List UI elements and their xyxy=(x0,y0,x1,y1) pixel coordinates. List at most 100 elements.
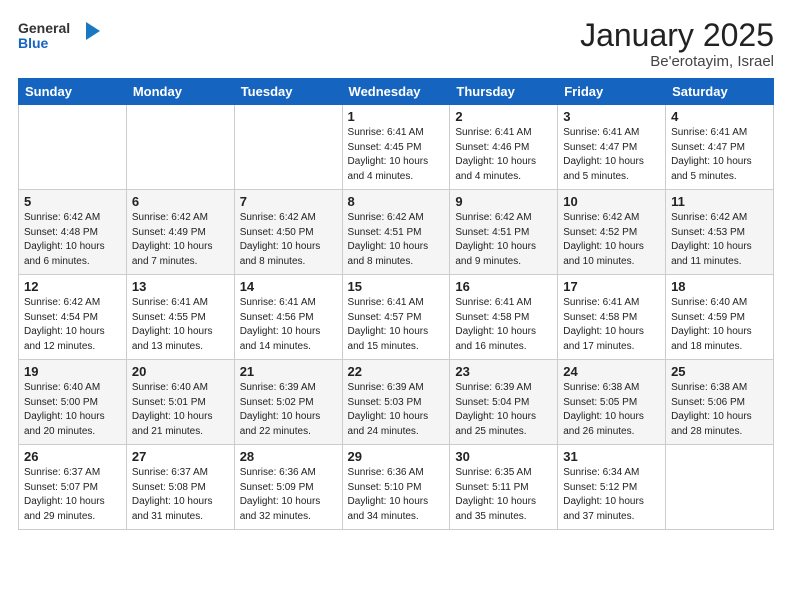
calendar-cell: 24 Sunrise: 6:38 AM Sunset: 5:05 PM Dayli… xyxy=(558,360,666,445)
day-info: Sunrise: 6:42 AM Sunset: 4:52 PM Dayligh… xyxy=(563,211,660,269)
day-number: 11 xyxy=(671,194,768,209)
calendar-cell: 9 Sunrise: 6:42 AM Sunset: 4:51 PM Daylig… xyxy=(450,190,558,275)
calendar-cell xyxy=(19,105,127,190)
calendar-cell: 6 Sunrise: 6:42 AM Sunset: 4:49 PM Daylig… xyxy=(126,190,234,275)
day-info: Sunrise: 6:37 AM Sunset: 5:08 PM Dayligh… xyxy=(132,466,229,524)
day-number: 7 xyxy=(240,194,337,209)
calendar-cell: 19Sunrise: 6:40 AM Sunset: 5:00 PM Dayli… xyxy=(19,360,127,445)
calendar-cell: 28 Sunrise: 6:36 AM Sunset: 5:09 PM Dayli… xyxy=(234,445,342,530)
calendar-cell: 4 Sunrise: 6:41 AM Sunset: 4:47 PM Daylig… xyxy=(666,105,774,190)
location: Be'erotayim, Israel xyxy=(580,53,774,70)
day-number: 14 xyxy=(240,279,337,294)
day-number: 28 xyxy=(240,449,337,464)
day-number: 12 xyxy=(24,279,121,294)
calendar-cell: 2 Sunrise: 6:41 AM Sunset: 4:46 PM Daylig… xyxy=(450,105,558,190)
calendar-cell: 26 Sunrise: 6:37 AM Sunset: 5:07 PM Dayli… xyxy=(19,445,127,530)
day-number: 2 xyxy=(455,109,552,124)
calendar-cell: 1 Sunrise: 6:41 AM Sunset: 4:45 PM Daylig… xyxy=(342,105,450,190)
calendar-cell: 3 Sunrise: 6:41 AM Sunset: 4:47 PM Daylig… xyxy=(558,105,666,190)
calendar-cell: 22 Sunrise: 6:39 AM Sunset: 5:03 PM Dayli… xyxy=(342,360,450,445)
calendar-cell: 27 Sunrise: 6:37 AM Sunset: 5:08 PM Dayli… xyxy=(126,445,234,530)
day-info: Sunrise: 6:40 AM Sunset: 4:59 PM Dayligh… xyxy=(671,296,768,354)
day-info: Sunrise: 6:42 AM Sunset: 4:50 PM Dayligh… xyxy=(240,211,337,269)
day-info: Sunrise: 6:38 AM Sunset: 5:05 PM Dayligh… xyxy=(563,381,660,439)
title-block: January 2025 Be'erotayim, Israel xyxy=(580,18,774,70)
day-number: 13 xyxy=(132,279,229,294)
day-info: Sunrise: 6:40 AM Sunset: 5:01 PM Dayligh… xyxy=(132,381,229,439)
calendar-cell: 7 Sunrise: 6:42 AM Sunset: 4:50 PM Daylig… xyxy=(234,190,342,275)
day-number: 16 xyxy=(455,279,552,294)
calendar-cell: 14 Sunrise: 6:41 AM Sunset: 4:56 PM Dayli… xyxy=(234,275,342,360)
day-number: 21 xyxy=(240,364,337,379)
calendar-cell: 10 Sunrise: 6:42 AM Sunset: 4:52 PM Dayli… xyxy=(558,190,666,275)
calendar-cell: 17Sunrise: 6:41 AM Sunset: 4:58 PM Dayli… xyxy=(558,275,666,360)
day-number: 3 xyxy=(563,109,660,124)
calendar-cell: 15 Sunrise: 6:41 AM Sunset: 4:57 PM Dayli… xyxy=(342,275,450,360)
day-number: 4 xyxy=(671,109,768,124)
day-number: 30 xyxy=(455,449,552,464)
day-info: Sunrise: 6:38 AM Sunset: 5:06 PM Dayligh… xyxy=(671,381,768,439)
day-number: 18 xyxy=(671,279,768,294)
day-info: Sunrise: 6:39 AM Sunset: 5:02 PM Dayligh… xyxy=(240,381,337,439)
weekday-header-saturday: Saturday xyxy=(666,79,774,105)
day-number: 10 xyxy=(563,194,660,209)
weekday-header-sunday: Sunday xyxy=(19,79,127,105)
calendar-cell: 16 Sunrise: 6:41 AM Sunset: 4:58 PM Dayli… xyxy=(450,275,558,360)
day-number: 6 xyxy=(132,194,229,209)
day-info: Sunrise: 6:34 AM Sunset: 5:12 PM Dayligh… xyxy=(563,466,660,524)
day-info: Sunrise: 6:36 AM Sunset: 5:10 PM Dayligh… xyxy=(348,466,445,524)
day-info: Sunrise: 6:42 AM Sunset: 4:51 PM Dayligh… xyxy=(455,211,552,269)
day-info: Sunrise: 6:41 AM Sunset: 4:45 PM Dayligh… xyxy=(348,126,445,184)
calendar-cell xyxy=(666,445,774,530)
weekday-header-row: SundayMondayTuesdayWednesdayThursdayFrid… xyxy=(19,79,774,105)
weekday-header-wednesday: Wednesday xyxy=(342,79,450,105)
calendar-cell xyxy=(126,105,234,190)
week-row-1: 1 Sunrise: 6:41 AM Sunset: 4:45 PM Daylig… xyxy=(19,105,774,190)
day-number: 29 xyxy=(348,449,445,464)
day-number: 8 xyxy=(348,194,445,209)
day-info: Sunrise: 6:41 AM Sunset: 4:47 PM Dayligh… xyxy=(671,126,768,184)
week-row-2: 5Sunrise: 6:42 AM Sunset: 4:48 PM Daylig… xyxy=(19,190,774,275)
day-number: 5 xyxy=(24,194,121,209)
calendar-cell: 8Sunrise: 6:42 AM Sunset: 4:51 PM Daylig… xyxy=(342,190,450,275)
day-info: Sunrise: 6:36 AM Sunset: 5:09 PM Dayligh… xyxy=(240,466,337,524)
calendar-cell: 13Sunrise: 6:41 AM Sunset: 4:55 PM Dayli… xyxy=(126,275,234,360)
day-number: 31 xyxy=(563,449,660,464)
calendar-cell: 20 Sunrise: 6:40 AM Sunset: 5:01 PM Dayli… xyxy=(126,360,234,445)
day-info: Sunrise: 6:41 AM Sunset: 4:56 PM Dayligh… xyxy=(240,296,337,354)
day-info: Sunrise: 6:41 AM Sunset: 4:47 PM Dayligh… xyxy=(563,126,660,184)
calendar-cell: 11 Sunrise: 6:42 AM Sunset: 4:53 PM Dayli… xyxy=(666,190,774,275)
day-number: 1 xyxy=(348,109,445,124)
calendar-cell: 21 Sunrise: 6:39 AM Sunset: 5:02 PM Dayli… xyxy=(234,360,342,445)
day-number: 25 xyxy=(671,364,768,379)
calendar-cell: 29 Sunrise: 6:36 AM Sunset: 5:10 PM Dayli… xyxy=(342,445,450,530)
day-number: 20 xyxy=(132,364,229,379)
day-number: 27 xyxy=(132,449,229,464)
weekday-header-tuesday: Tuesday xyxy=(234,79,342,105)
day-number: 24 xyxy=(563,364,660,379)
day-number: 15 xyxy=(348,279,445,294)
day-info: Sunrise: 6:37 AM Sunset: 5:07 PM Dayligh… xyxy=(24,466,121,524)
day-info: Sunrise: 6:42 AM Sunset: 4:49 PM Dayligh… xyxy=(132,211,229,269)
calendar-cell: 5Sunrise: 6:42 AM Sunset: 4:48 PM Daylig… xyxy=(19,190,127,275)
day-number: 19 xyxy=(24,364,121,379)
calendar-cell: 30Sunrise: 6:35 AM Sunset: 5:11 PM Dayli… xyxy=(450,445,558,530)
logo-svg: General Blue xyxy=(18,18,108,54)
day-number: 26 xyxy=(24,449,121,464)
day-info: Sunrise: 6:41 AM Sunset: 4:58 PM Dayligh… xyxy=(455,296,552,354)
day-info: Sunrise: 6:42 AM Sunset: 4:53 PM Dayligh… xyxy=(671,211,768,269)
day-info: Sunrise: 6:41 AM Sunset: 4:58 PM Dayligh… xyxy=(563,296,660,354)
day-info: Sunrise: 6:41 AM Sunset: 4:57 PM Dayligh… xyxy=(348,296,445,354)
day-info: Sunrise: 6:39 AM Sunset: 5:03 PM Dayligh… xyxy=(348,381,445,439)
day-info: Sunrise: 6:39 AM Sunset: 5:04 PM Dayligh… xyxy=(455,381,552,439)
weekday-header-thursday: Thursday xyxy=(450,79,558,105)
page: General Blue January 2025 Be'erotayim, I… xyxy=(0,0,792,612)
day-info: Sunrise: 6:42 AM Sunset: 4:54 PM Dayligh… xyxy=(24,296,121,354)
header: General Blue January 2025 Be'erotayim, I… xyxy=(18,18,774,70)
day-number: 22 xyxy=(348,364,445,379)
day-info: Sunrise: 6:41 AM Sunset: 4:46 PM Dayligh… xyxy=(455,126,552,184)
week-row-5: 26 Sunrise: 6:37 AM Sunset: 5:07 PM Dayli… xyxy=(19,445,774,530)
month-title: January 2025 xyxy=(580,18,774,53)
day-number: 9 xyxy=(455,194,552,209)
calendar-cell: 25 Sunrise: 6:38 AM Sunset: 5:06 PM Dayli… xyxy=(666,360,774,445)
